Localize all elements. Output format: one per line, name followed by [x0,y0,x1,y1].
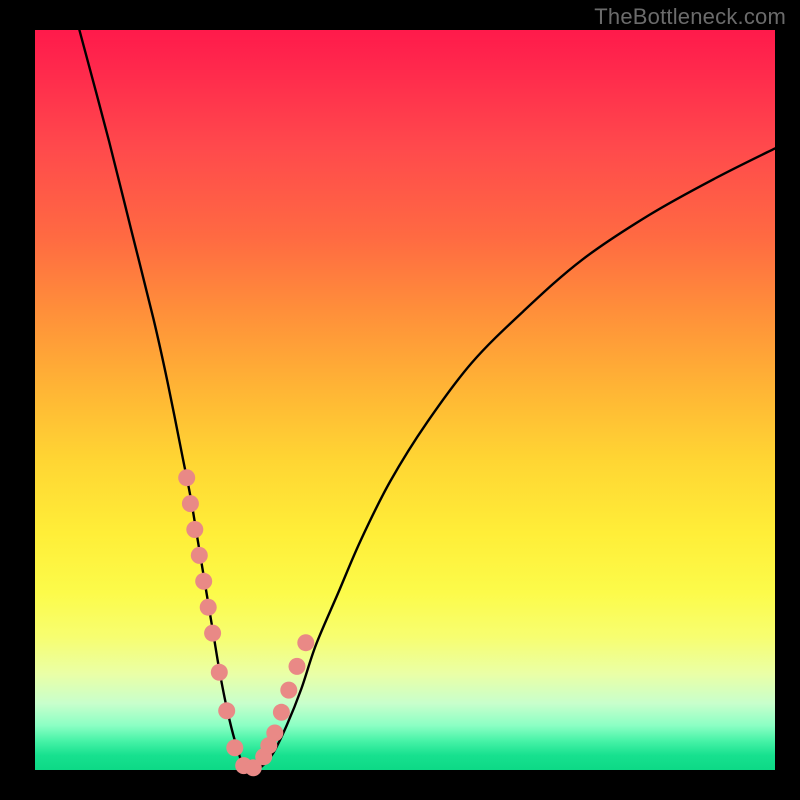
marker-dot [211,664,228,681]
marker-dot [218,702,235,719]
curve-layer [35,30,775,770]
marker-dot [195,573,212,590]
marker-dot [200,599,217,616]
marker-dot [289,658,306,675]
marker-dot [280,682,297,699]
plot-area [35,30,775,770]
chart-frame: TheBottleneck.com [0,0,800,800]
bottleneck-curve [79,30,775,771]
marker-dot [191,547,208,564]
marker-dot [186,521,203,538]
marker-dot [178,469,195,486]
marker-dot [273,704,290,721]
watermark-text: TheBottleneck.com [594,4,786,30]
marker-dot [204,625,221,642]
marker-dot [226,739,243,756]
marker-dot [182,495,199,512]
marker-dot [266,725,283,742]
marker-group [178,469,314,776]
marker-dot [297,634,314,651]
